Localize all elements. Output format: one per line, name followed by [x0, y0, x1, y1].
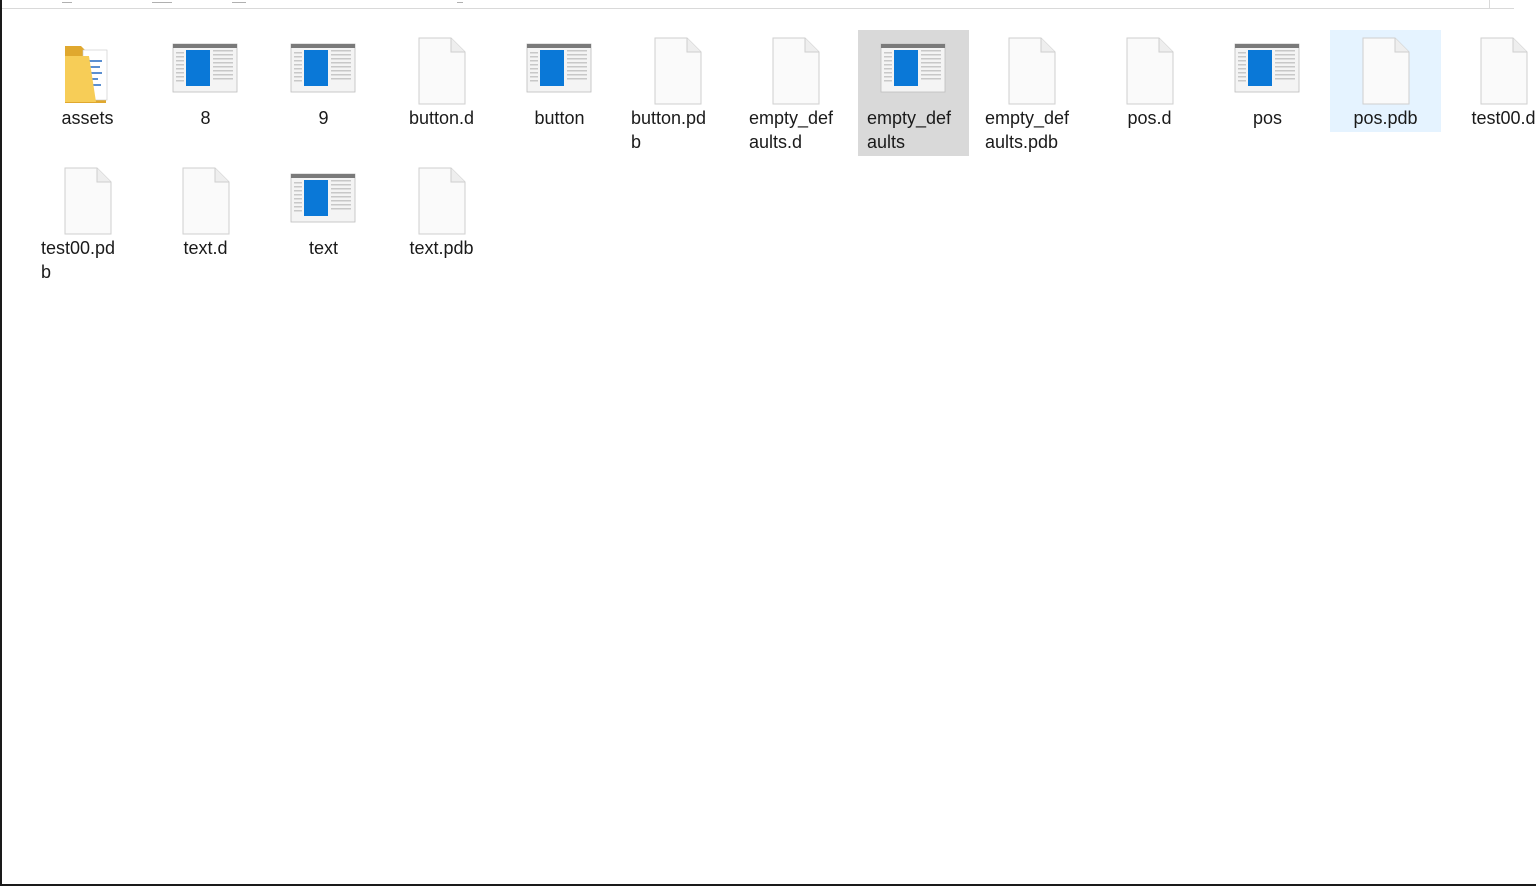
blank-file-icon — [1115, 36, 1185, 106]
blank-file-icon — [1351, 36, 1421, 106]
file-name-label: test00.d — [1471, 108, 1536, 128]
explorer-window: assets 8 9 button.d button button.pd b empty_de… — [0, 0, 1536, 886]
file-item[interactable]: 9 — [268, 30, 379, 132]
file-item[interactable]: assets — [32, 30, 143, 132]
file-name-label: pos.d — [1127, 108, 1172, 128]
file-item[interactable]: text.d — [150, 160, 261, 262]
app-window-icon — [171, 36, 241, 106]
file-item[interactable]: pos — [1212, 30, 1323, 132]
file-name-label: 9 — [318, 108, 329, 128]
file-name-label: pos.pdb — [1353, 108, 1418, 128]
refresh-button-edge[interactable] — [1489, 0, 1514, 8]
file-name-label: text.d — [183, 238, 228, 258]
file-name-label: assets — [61, 108, 114, 128]
file-name-label: pos — [1252, 108, 1283, 128]
folder-icon — [53, 36, 123, 106]
app-window-icon — [525, 36, 595, 106]
file-name-label: empty_def aults.pdb — [985, 108, 1070, 152]
file-name-label: empty_def aults.d — [749, 108, 834, 152]
blank-file-icon — [643, 36, 713, 106]
file-item[interactable]: empty_def aults — [858, 30, 969, 156]
file-item[interactable]: text.pdb — [386, 160, 497, 262]
file-item[interactable]: 8 — [150, 30, 261, 132]
file-item[interactable]: button — [504, 30, 615, 132]
file-name-label: 8 — [200, 108, 211, 128]
app-window-icon — [879, 36, 949, 106]
file-name-label: text — [308, 238, 338, 258]
file-item[interactable]: test00.d — [1448, 30, 1536, 132]
file-name-label: empty_def aults — [867, 108, 952, 152]
address-bar-edge — [2, 0, 1514, 9]
blank-file-icon — [171, 166, 241, 236]
file-item[interactable]: pos.d — [1094, 30, 1205, 132]
file-item[interactable]: button.d — [386, 30, 497, 132]
file-name-label: button — [534, 108, 585, 128]
file-name-label: button.d — [408, 108, 475, 128]
file-item[interactable]: empty_def aults.d — [740, 30, 851, 156]
app-window-icon — [289, 166, 359, 236]
file-name-label: test00.pd b — [41, 238, 116, 282]
file-item[interactable]: pos.pdb — [1330, 30, 1441, 132]
blank-file-icon — [997, 36, 1067, 106]
file-item[interactable]: test00.pd b — [32, 160, 143, 286]
app-window-icon — [289, 36, 359, 106]
blank-file-icon — [53, 166, 123, 236]
blank-file-icon — [761, 36, 831, 106]
file-item[interactable]: empty_def aults.pdb — [976, 30, 1087, 156]
file-name-label: text.pdb — [409, 238, 474, 258]
app-window-icon — [1233, 36, 1303, 106]
blank-file-icon — [407, 166, 477, 236]
file-item[interactable]: button.pd b — [622, 30, 733, 156]
file-name-label: button.pd b — [631, 108, 707, 152]
blank-file-icon — [1469, 36, 1536, 106]
file-item[interactable]: text — [268, 160, 379, 262]
blank-file-icon — [407, 36, 477, 106]
